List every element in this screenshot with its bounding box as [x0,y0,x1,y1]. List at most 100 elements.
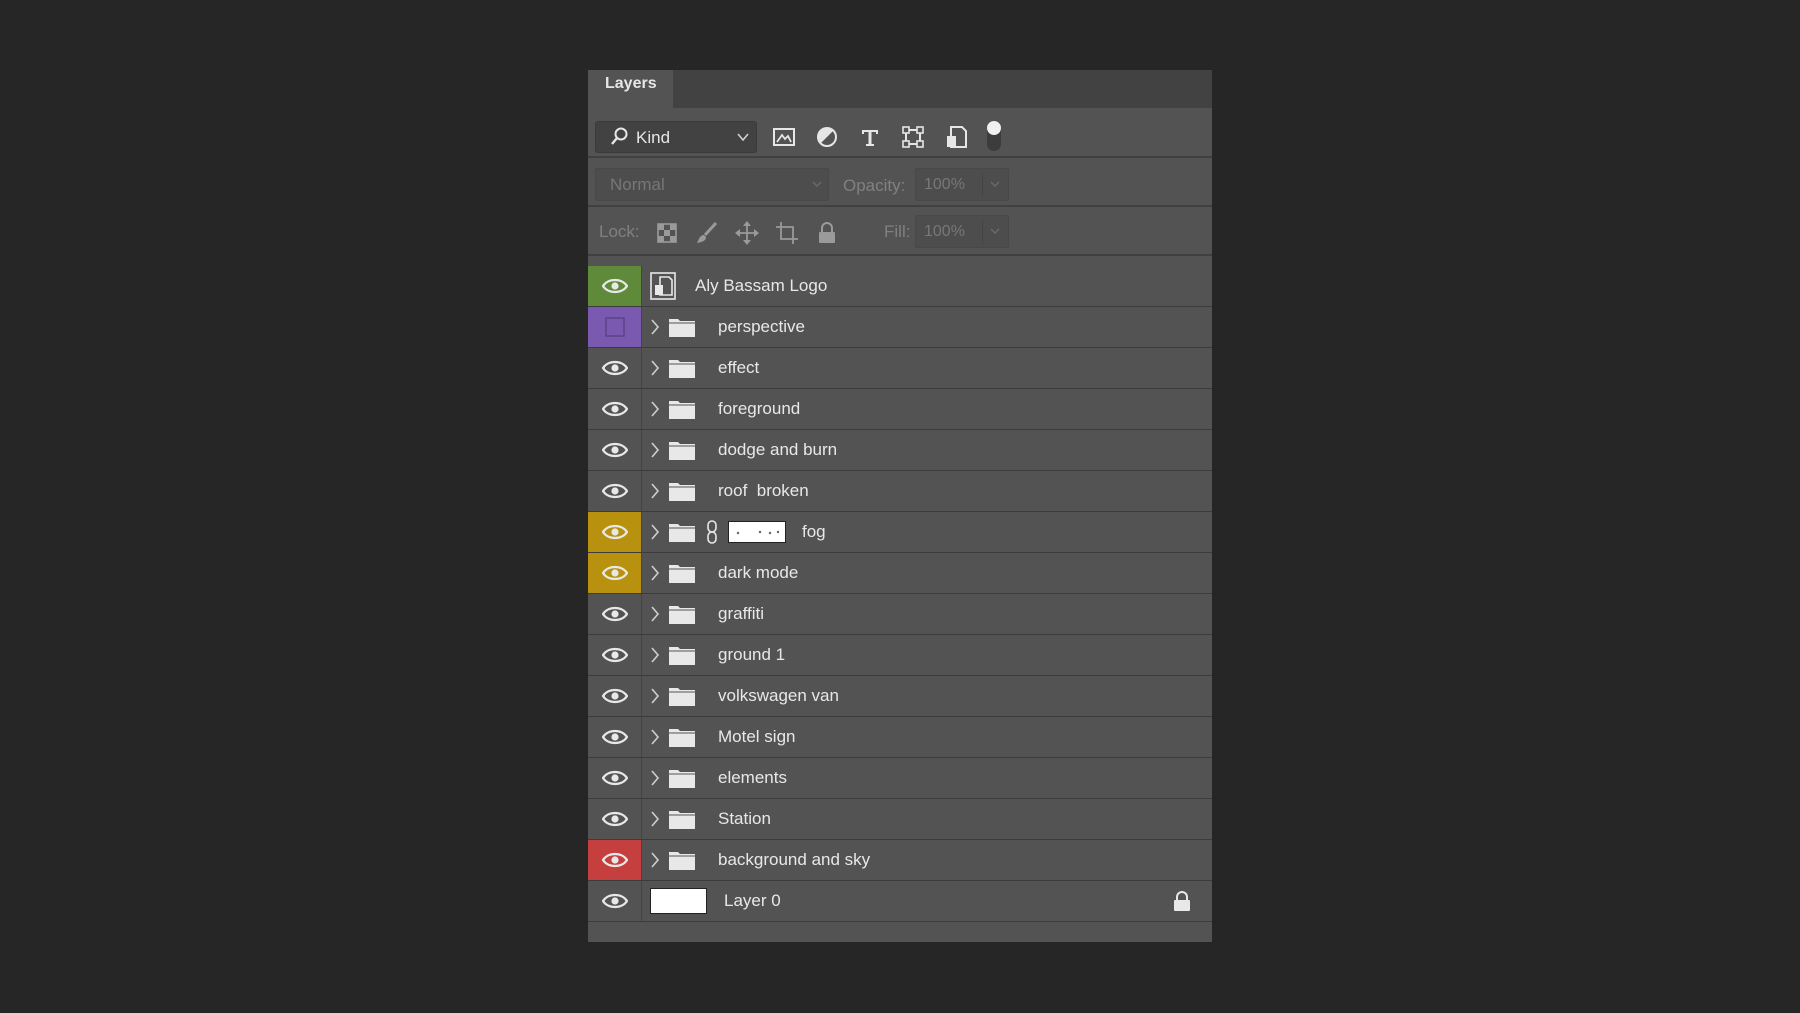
lock-all-icon[interactable] [814,220,840,246]
layer-thumbnail[interactable] [650,888,707,914]
layer-name: perspective [718,317,805,336]
chevron-down-icon[interactable] [989,225,1001,237]
eye-icon [601,729,628,745]
blend-mode-select[interactable]: Normal [595,168,829,201]
brush-icon[interactable] [694,220,720,246]
chevron-right-icon[interactable] [648,809,662,829]
filter-kind-select[interactable]: Kind [595,121,757,153]
smart-object-filter-icon[interactable] [942,123,970,151]
chevron-right-icon[interactable] [648,727,662,747]
type-filter-icon[interactable] [856,123,884,151]
visibility-toggle[interactable] [588,594,641,634]
visibility-toggle[interactable] [588,799,641,839]
chain-link-icon[interactable] [705,519,719,545]
visibility-toggle[interactable] [588,266,641,306]
layer-name: effect [718,358,760,377]
layer-name: Aly Bassam Logo [695,276,828,295]
layer-row[interactable]: dark mode [588,553,1212,594]
mask-specks-icon [736,530,780,535]
folder-icon [669,360,695,378]
layer-name: elements [718,768,787,787]
divider [641,307,642,347]
visibility-toggle[interactable] [588,512,641,552]
divider [641,389,642,429]
visibility-toggle[interactable] [588,840,641,880]
chevron-right-icon[interactable] [648,604,662,624]
lock-transparent-pixels-icon[interactable] [654,220,680,246]
layer-name: volkswagen van [718,686,839,705]
visibility-toggle[interactable] [588,676,641,716]
chevron-right-icon[interactable] [648,358,662,378]
divider [641,553,642,593]
fill-field[interactable]: 100% [915,215,1009,248]
folder-icon [669,606,695,624]
opacity-field[interactable]: 100% [915,168,1009,201]
layer-row[interactable]: effect [588,348,1212,389]
chevron-right-icon[interactable] [648,563,662,583]
chevron-right-icon[interactable] [648,645,662,665]
chevron-right-icon[interactable] [648,399,662,419]
filter-toggle-icon[interactable] [985,119,1003,153]
folder-icon [669,729,695,747]
layer-row[interactable]: background and sky [588,840,1212,881]
layer-row[interactable]: Aly Bassam Logo [588,266,1212,307]
chevron-right-icon[interactable] [648,768,662,788]
folder-icon [669,319,695,337]
visibility-toggle[interactable] [588,471,641,511]
tab-layers[interactable]: Layers [588,70,673,108]
layer-row[interactable]: perspective [588,307,1212,348]
layer-row[interactable]: roof broken [588,471,1212,512]
layer-row[interactable]: Station [588,799,1212,840]
folder-icon [669,647,695,665]
move-icon[interactable] [734,220,760,246]
layer-name: background and sky [718,850,871,869]
layer-row[interactable]: dodge and burn [588,430,1212,471]
divider [641,758,642,798]
folder-icon [669,483,695,501]
adjustment-filter-icon[interactable] [813,123,841,151]
visibility-toggle[interactable] [588,430,641,470]
visibility-toggle[interactable] [588,553,641,593]
folder-icon [669,401,695,419]
layer-row[interactable]: volkswagen van [588,676,1212,717]
visibility-toggle[interactable] [588,307,641,347]
divider [641,840,642,880]
eye-icon [601,811,628,827]
visibility-toggle[interactable] [588,635,641,675]
layer-row[interactable]: graffiti [588,594,1212,635]
chevron-right-icon[interactable] [648,317,662,337]
chevron-right-icon[interactable] [648,850,662,870]
chevron-right-icon[interactable] [648,481,662,501]
smart-object-thumbnail-icon [650,272,676,300]
layer-name: Layer 0 [724,891,781,910]
visibility-toggle[interactable] [588,348,641,388]
layer-row[interactable]: foreground [588,389,1212,430]
search-icon [611,127,628,145]
shape-filter-icon[interactable] [899,123,927,151]
eye-icon [601,442,628,458]
chevron-down-icon[interactable] [989,178,1001,190]
divider [641,676,642,716]
folder-icon [669,811,695,829]
visibility-toggle[interactable] [588,881,641,921]
chevron-right-icon[interactable] [648,522,662,542]
layer-row[interactable]: elements [588,758,1212,799]
chevron-right-icon[interactable] [648,686,662,706]
eye-icon [601,524,628,540]
layer-row[interactable]: Motel sign [588,717,1212,758]
visibility-toggle[interactable] [588,758,641,798]
layer-row[interactable]: fog [588,512,1212,553]
pixel-filter-icon[interactable] [770,123,798,151]
visibility-toggle[interactable] [588,389,641,429]
visibility-toggle[interactable] [588,717,641,757]
layer-row[interactable]: ground 1 [588,635,1212,676]
eye-icon [601,647,628,663]
panel-tab-bar: Layers [588,70,1212,108]
lock-icon[interactable] [1172,890,1192,912]
chevron-right-icon[interactable] [648,440,662,460]
layer-mask-thumbnail[interactable] [728,521,786,543]
layer-row[interactable]: Layer 0 [588,881,1212,922]
folder-icon [669,524,695,542]
layer-name: dodge and burn [718,440,838,459]
artboard-crop-icon[interactable] [774,220,800,246]
